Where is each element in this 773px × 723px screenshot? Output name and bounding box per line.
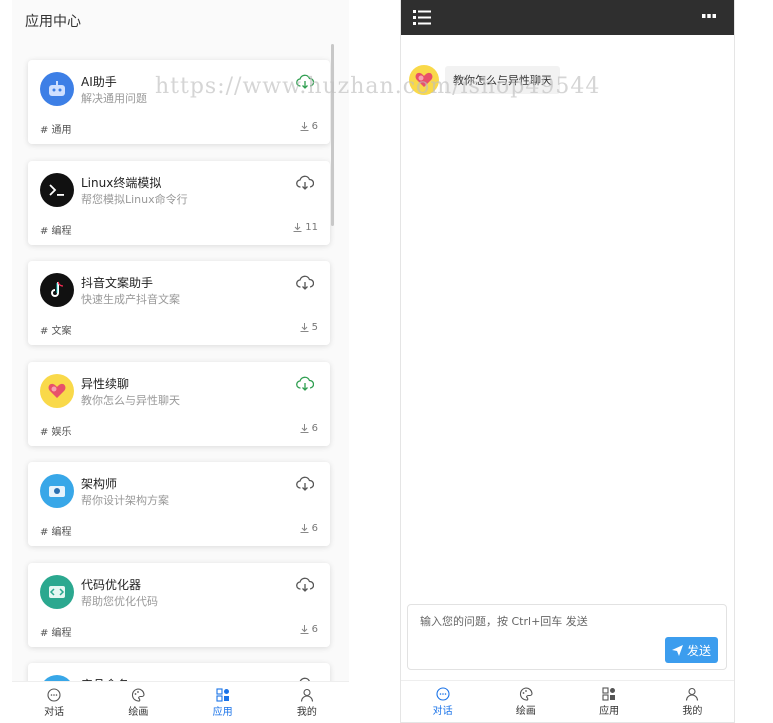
tab-chat[interactable]: 对话	[12, 682, 96, 723]
app-center-panel: 应用中心 AI助手解决通用问题 # 通用 6 Linux终端模拟帮您模拟Linux命令…	[12, 0, 349, 723]
download-count: 6	[300, 423, 318, 434]
scrollbar[interactable]	[331, 44, 334, 226]
download-icon	[293, 222, 302, 232]
cloud-download-icon[interactable]	[296, 275, 314, 291]
app-desc: 帮你设计架构方案	[81, 494, 169, 507]
heart-icon	[40, 373, 74, 408]
app-title: 代码优化器	[81, 577, 142, 592]
terminal-icon	[40, 172, 74, 207]
send-icon	[671, 644, 683, 656]
tab-user[interactable]: 我的	[651, 681, 734, 722]
app-list[interactable]: AI助手解决通用问题 # 通用 6 Linux终端模拟帮您模拟Linux命令行 # 编程…	[12, 44, 349, 681]
chat-message: 教你怎么与异性聊天	[409, 65, 560, 95]
page-title: 应用中心	[12, 0, 349, 44]
app-desc: 快速生成产抖音文案	[81, 293, 180, 306]
tab-label: 应用	[599, 705, 620, 717]
tab-chat[interactable]: 对话	[401, 681, 484, 722]
app-tag: # 通用	[40, 125, 72, 136]
app-title: 架构师	[81, 477, 118, 491]
heart-icon	[409, 65, 439, 95]
app-desc: 教你怎么与异性聊天	[81, 393, 180, 407]
app-card[interactable]: 抖音文案助手快速生成产抖音文案 # 文案 5	[28, 261, 330, 345]
tab-user[interactable]: 我的	[265, 682, 349, 723]
tab-label: 应用	[212, 706, 233, 718]
chat-icon	[436, 686, 450, 701]
code-icon	[40, 574, 74, 609]
tab-label: 绘画	[128, 706, 149, 718]
app-title: Linux终端模拟	[81, 175, 162, 190]
download-icon	[300, 524, 309, 533]
download-count-value: 11	[305, 221, 318, 233]
app-title: AI助手	[81, 75, 117, 89]
app-tag: # 编程	[40, 225, 72, 237]
app-tag: # 编程	[40, 627, 72, 639]
download-count: 11	[293, 222, 318, 233]
download-icon	[300, 423, 309, 433]
top-bar	[401, 0, 734, 35]
tab-label: 对话	[432, 705, 453, 717]
palette-icon	[519, 686, 533, 701]
chat-icon	[47, 687, 61, 702]
app-card[interactable]: Linux终端模拟帮您模拟Linux命令行 # 编程 11	[28, 160, 330, 245]
bottom-tabbar: 对话 绘画 应用 我的	[12, 681, 349, 723]
app-tag: # 文案	[40, 326, 72, 337]
download-count-value: 5	[311, 322, 318, 333]
tab-apps[interactable]: 应用	[568, 681, 651, 722]
user-icon	[300, 688, 314, 702]
apps-icon	[602, 686, 616, 701]
app-title: 抖音文案助手	[81, 276, 154, 290]
cloud-download-icon[interactable]	[296, 376, 314, 392]
chat-input-box: 发送	[407, 604, 727, 670]
user-icon	[685, 687, 699, 701]
app-desc: 解决通用问题	[81, 92, 147, 105]
download-count: 5	[300, 322, 318, 333]
tiktok-icon	[40, 273, 74, 307]
tab-apps[interactable]: 应用	[181, 682, 265, 723]
download-count-value: 6	[311, 523, 318, 534]
robot-icon	[40, 72, 74, 106]
cloud-download-icon[interactable]	[296, 476, 314, 492]
cloud-download-icon[interactable]	[296, 175, 314, 191]
app-title: 异性续聊	[81, 376, 130, 391]
download-icon	[300, 122, 309, 131]
tab-label: 我的	[682, 705, 703, 717]
app-card[interactable]: 代码优化器帮助您优化代码 # 编程 6	[28, 562, 330, 647]
chat-panel: 教你怎么与异性聊天 发送 对话 绘画 应用 我的	[400, 0, 735, 723]
tab-label: 绘画	[515, 705, 536, 717]
app-card[interactable]: AI助手解决通用问题 # 通用 6	[28, 60, 330, 144]
app-desc: 帮您模拟Linux命令行	[81, 192, 188, 206]
tab-label: 我的	[296, 706, 317, 718]
tab-palette[interactable]: 绘画	[96, 682, 180, 723]
bottom-tabbar: 对话 绘画 应用 我的	[401, 680, 734, 722]
cloud-download-icon[interactable]	[296, 74, 314, 90]
more-icon[interactable]	[702, 13, 716, 21]
architect-icon	[40, 474, 74, 508]
send-button[interactable]: 发送	[665, 637, 718, 663]
download-icon	[300, 624, 309, 634]
message-bubble: 教你怎么与异性聊天	[445, 66, 560, 94]
app-tag: # 娱乐	[40, 426, 72, 438]
app-card[interactable]: 架构师帮你设计架构方案 # 编程 6	[28, 462, 330, 546]
apps-icon	[216, 687, 230, 702]
download-count-value: 6	[311, 422, 318, 434]
send-label: 发送	[686, 643, 711, 658]
download-count: 6	[300, 121, 318, 132]
download-count: 6	[300, 523, 318, 534]
tab-palette[interactable]: 绘画	[484, 681, 567, 722]
app-tag: # 编程	[40, 527, 72, 538]
download-count: 6	[300, 624, 318, 635]
download-count-value: 6	[311, 623, 318, 635]
menu-icon[interactable]	[413, 9, 431, 26]
download-count-value: 6	[311, 121, 318, 132]
app-card[interactable]: 产品命名	[28, 663, 330, 681]
app-card[interactable]: 异性续聊教你怎么与异性聊天 # 娱乐 6	[28, 361, 330, 446]
palette-icon	[131, 687, 145, 702]
tab-label: 对话	[44, 706, 65, 718]
app-desc: 帮助您优化代码	[81, 594, 158, 608]
cloud-download-icon[interactable]	[296, 577, 314, 593]
download-icon	[300, 323, 309, 332]
